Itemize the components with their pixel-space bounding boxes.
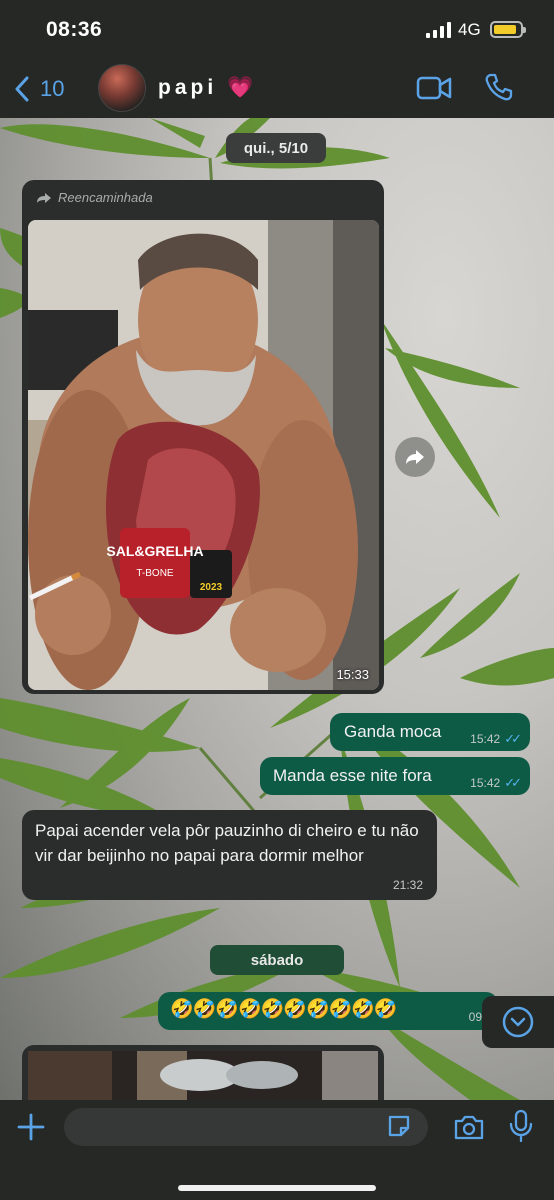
forwarded-label-text: Reencaminhada bbox=[58, 190, 153, 205]
read-receipt-icon: ✓✓ bbox=[504, 731, 522, 746]
message-timestamp: 09 bbox=[468, 1010, 482, 1024]
photo-content bbox=[28, 1051, 378, 1100]
forward-button[interactable] bbox=[395, 437, 435, 477]
photo-product-label: T-BONE bbox=[136, 568, 174, 579]
sticker-icon[interactable] bbox=[386, 1113, 412, 1139]
contact-avatar[interactable] bbox=[98, 64, 146, 112]
scroll-to-bottom-button[interactable] bbox=[482, 996, 554, 1048]
camera-icon[interactable] bbox=[453, 1113, 485, 1141]
network-type: 4G bbox=[458, 20, 481, 39]
home-indicator bbox=[178, 1185, 376, 1191]
status-bar: 08:36 4G bbox=[0, 0, 554, 58]
forward-arrow-icon bbox=[406, 450, 424, 464]
photo-year-label: 2023 bbox=[200, 582, 223, 593]
plus-icon[interactable] bbox=[16, 1112, 46, 1142]
outgoing-message[interactable]: Ganda moca 15:42 ✓✓ bbox=[330, 713, 530, 751]
microphone-icon[interactable] bbox=[508, 1109, 534, 1143]
forward-arrow-icon bbox=[37, 192, 51, 203]
scroll-down-icon bbox=[502, 1006, 534, 1038]
message-input[interactable] bbox=[64, 1108, 428, 1146]
read-receipt-icon: ✓✓ bbox=[504, 775, 522, 790]
outgoing-message[interactable]: Manda esse nite fora 15:42 ✓✓ bbox=[260, 757, 530, 795]
outgoing-message[interactable]: 🤣🤣🤣🤣🤣🤣🤣🤣🤣🤣 09 bbox=[158, 992, 498, 1030]
battery-icon bbox=[490, 21, 526, 38]
phone-icon[interactable] bbox=[484, 72, 514, 102]
unread-count: 10 bbox=[40, 76, 65, 101]
contact-name-text: papi bbox=[158, 76, 218, 99]
message-text: Manda esse nite fora bbox=[273, 766, 432, 785]
heart-emoji: 💗 bbox=[227, 76, 254, 99]
message-time: 15:42 bbox=[470, 732, 501, 746]
message-emojis: 🤣🤣🤣🤣🤣🤣🤣🤣🤣🤣 bbox=[170, 999, 398, 1020]
forwarded-photo-message[interactable]: Reencaminhada SAL&GRELHA T-BONE 2023 15:… bbox=[22, 180, 384, 694]
cellular-signal-icon bbox=[426, 22, 451, 38]
contact-name[interactable]: papi 💗 bbox=[158, 76, 253, 100]
photo-brand-label: SAL&GRELHA bbox=[106, 543, 203, 559]
shared-photo[interactable]: SAL&GRELHA T-BONE 2023 15:33 bbox=[28, 220, 379, 690]
back-button[interactable]: 10 bbox=[14, 73, 80, 105]
message-time: 15:42 bbox=[470, 776, 501, 790]
message-timestamp: 15:42 ✓✓ bbox=[470, 731, 522, 747]
message-text: Papai acender vela pôr pauzinho di cheir… bbox=[35, 821, 419, 865]
message-input-bar bbox=[0, 1100, 554, 1200]
forwarded-label: Reencaminhada bbox=[36, 190, 153, 205]
date-chip: sábado bbox=[210, 945, 344, 975]
status-time: 08:36 bbox=[46, 18, 103, 41]
date-chip: qui., 5/10 bbox=[226, 133, 326, 163]
photo-content: SAL&GRELHA T-BONE 2023 bbox=[28, 220, 379, 690]
message-timestamp: 21:32 bbox=[392, 878, 423, 892]
incoming-message[interactable]: Papai acender vela pôr pauzinho di cheir… bbox=[22, 810, 437, 900]
chat-header: 10 papi 💗 bbox=[0, 58, 554, 118]
message-timestamp: 15:33 bbox=[336, 667, 369, 682]
video-call-icon[interactable] bbox=[416, 75, 452, 101]
message-text: Ganda moca bbox=[344, 722, 442, 741]
photo-message-partial[interactable] bbox=[22, 1045, 384, 1100]
chevron-left-icon bbox=[15, 76, 29, 102]
message-timestamp: 15:42 ✓✓ bbox=[470, 775, 522, 791]
